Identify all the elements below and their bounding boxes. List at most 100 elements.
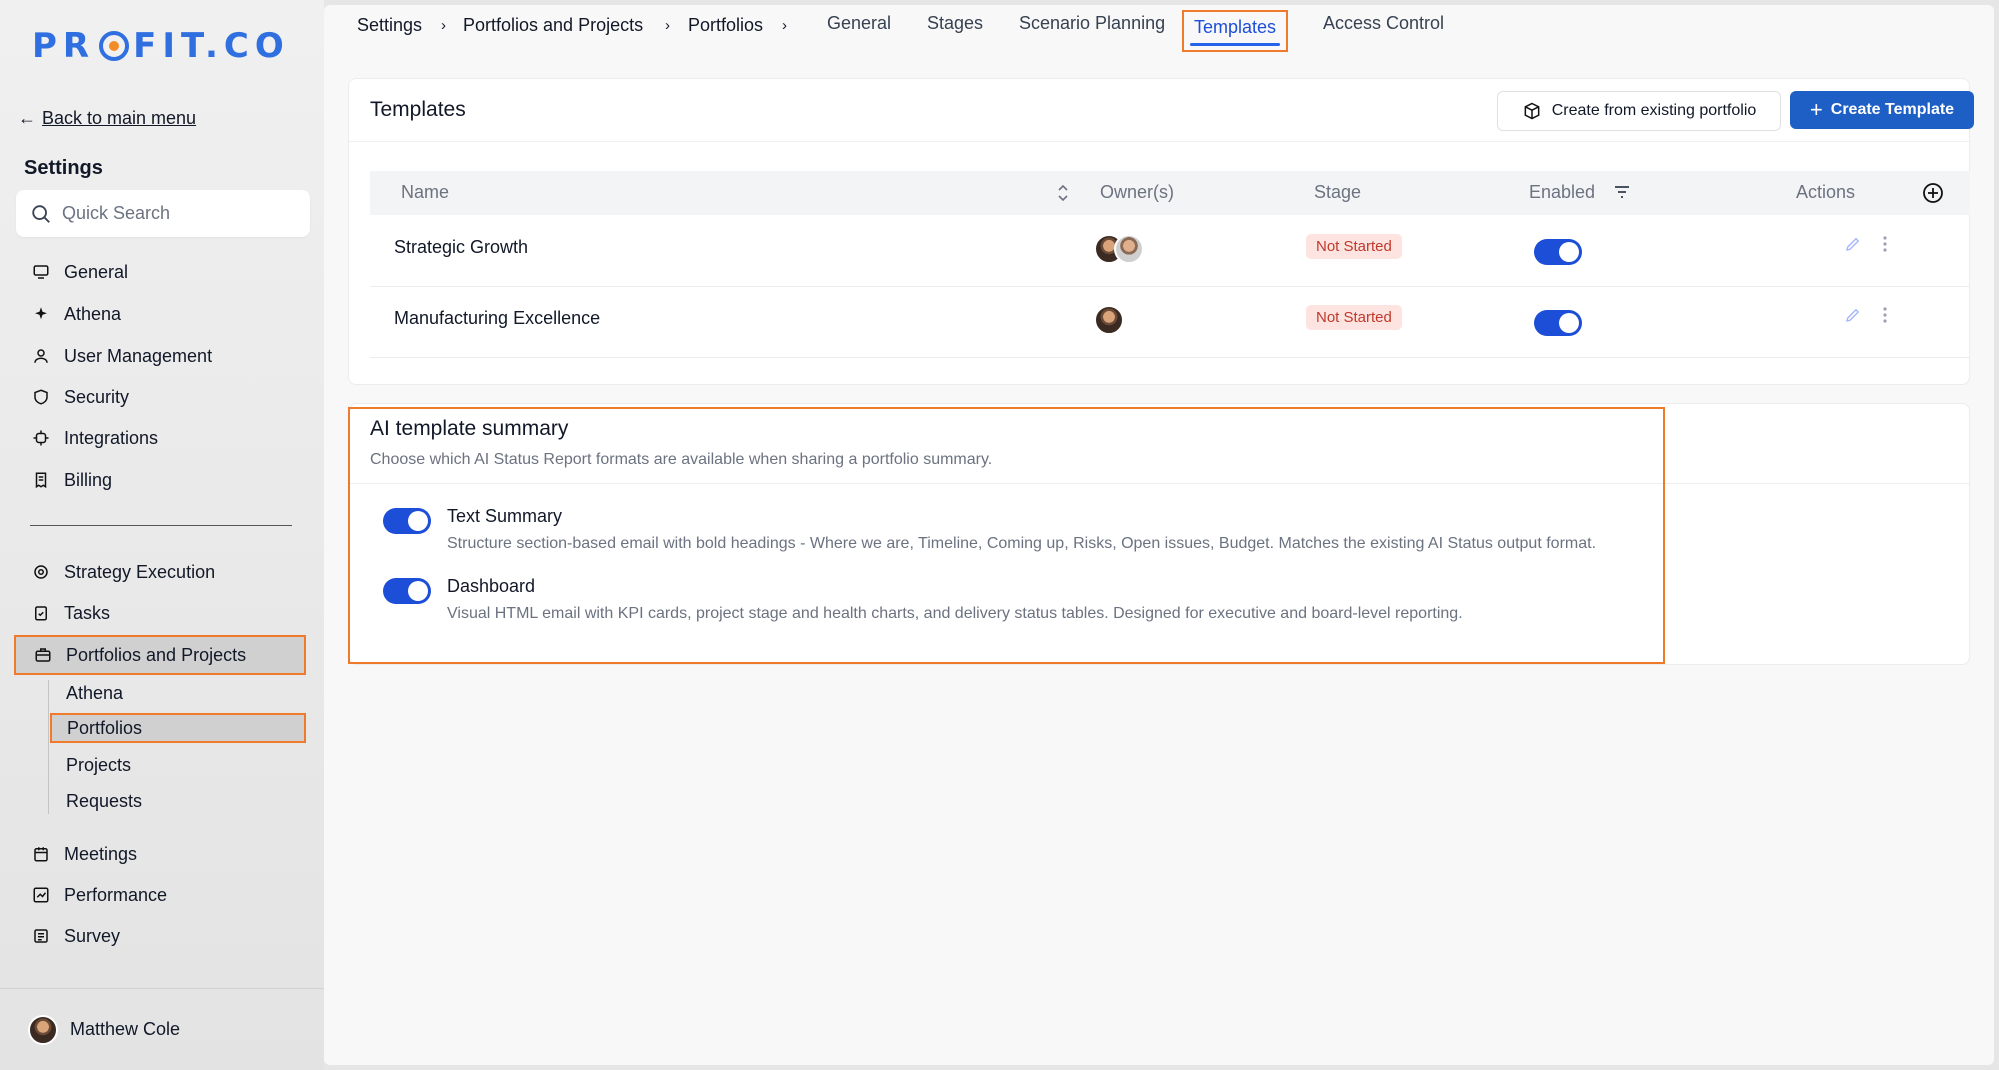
owner-avatars[interactable] bbox=[1094, 234, 1144, 264]
breadcrumb-separator: › bbox=[782, 17, 787, 34]
filter-icon[interactable] bbox=[1613, 184, 1631, 200]
tab-scenario-planning[interactable]: Scenario Planning bbox=[1019, 13, 1165, 34]
create-template-button[interactable]: + Create Template bbox=[1790, 91, 1974, 129]
sidebar-item-survey[interactable]: Survey bbox=[32, 920, 120, 952]
sidebar-subitem-requests[interactable]: Requests bbox=[66, 786, 142, 816]
sidebar-item-general[interactable]: General bbox=[32, 256, 128, 288]
ai-summary-title: AI template summary bbox=[370, 417, 569, 440]
more-vertical-icon[interactable] bbox=[1882, 235, 1888, 253]
template-name[interactable]: Strategic Growth bbox=[394, 237, 528, 258]
status-badge: Not Started bbox=[1306, 234, 1402, 259]
sidebar-item-user-management[interactable]: User Management bbox=[32, 340, 212, 372]
edit-pencil-icon[interactable] bbox=[1844, 235, 1862, 253]
sidebar-item-tasks[interactable]: Tasks bbox=[32, 597, 110, 629]
edit-pencil-icon[interactable] bbox=[1844, 306, 1862, 324]
sidebar-item-label: Portfolios and Projects bbox=[66, 644, 247, 665]
template-name[interactable]: Manufacturing Excellence bbox=[394, 308, 600, 329]
breadcrumb-portfolios[interactable]: Portfolios bbox=[688, 15, 763, 36]
target-icon bbox=[34, 565, 48, 579]
text-summary-description: Structure section-based email with bold … bbox=[447, 535, 1597, 552]
search-icon bbox=[32, 204, 50, 223]
profit-co-logo[interactable]: PR FIT.CO bbox=[32, 26, 290, 66]
templates-card: Templates Create from existing portfolio… bbox=[348, 78, 1974, 385]
sidebar-item-security[interactable]: Security bbox=[32, 381, 129, 413]
templates-card-header: Templates Create from existing portfolio… bbox=[349, 79, 1974, 142]
sidebar-item-label: Billing bbox=[64, 469, 113, 490]
sidebar-item-portfolios-and-projects[interactable]: Portfolios and Projects bbox=[14, 635, 306, 675]
clipboard-check-icon bbox=[35, 606, 47, 621]
back-to-main-menu-link[interactable]: ← Back to main menu bbox=[18, 108, 196, 129]
sidebar-item-label: Security bbox=[64, 386, 130, 407]
chart-line-icon bbox=[33, 887, 49, 903]
dashboard-toggle[interactable] bbox=[383, 578, 431, 604]
sidebar-item-integrations[interactable]: Integrations bbox=[32, 422, 158, 454]
shield-icon bbox=[34, 389, 48, 405]
add-column-icon[interactable] bbox=[1921, 181, 1945, 205]
avatar bbox=[1114, 234, 1144, 264]
breadcrumb-portfolios-and-projects[interactable]: Portfolios and Projects bbox=[463, 15, 643, 36]
create-from-existing-portfolio-button[interactable]: Create from existing portfolio bbox=[1497, 91, 1781, 131]
target-logo-icon bbox=[99, 31, 130, 61]
sort-icon[interactable] bbox=[1056, 183, 1070, 203]
avatar bbox=[1094, 305, 1124, 335]
survey-icon bbox=[34, 929, 48, 943]
quick-search-box[interactable] bbox=[16, 190, 310, 237]
tab-templates[interactable]: Templates bbox=[1182, 10, 1289, 52]
sidebar-item-label: User Management bbox=[64, 345, 213, 366]
user-profile[interactable]: Matthew Cole bbox=[0, 988, 324, 1070]
table-row[interactable]: Strategic Growth Not Started bbox=[370, 217, 1970, 287]
sidebar-item-meetings[interactable]: Meetings bbox=[32, 838, 137, 870]
briefcase-icon bbox=[35, 648, 51, 662]
sparkle-icon bbox=[35, 307, 47, 320]
tab-stages[interactable]: Stages bbox=[927, 13, 983, 34]
user-name: Matthew Cole bbox=[70, 1019, 181, 1039]
ai-summary-subtitle: Choose which AI Status Report formats ar… bbox=[370, 451, 993, 468]
sidebar-item-strategy-execution[interactable]: Strategy Execution bbox=[32, 556, 215, 588]
sidebar-subitem-projects[interactable]: Projects bbox=[66, 750, 131, 780]
table-row[interactable]: Manufacturing Excellence Not Started bbox=[370, 288, 1970, 358]
text-summary-toggle[interactable] bbox=[383, 508, 431, 534]
create-template-label: Create Template bbox=[1830, 101, 1955, 118]
sidebar-item-performance[interactable]: Performance bbox=[32, 879, 167, 911]
tab-access-control[interactable]: Access Control bbox=[1323, 13, 1444, 34]
sidebar: PRFIT.CO ← Back to main menu Settings Ge… bbox=[0, 0, 324, 1070]
sidebar-item-label: General bbox=[64, 261, 129, 282]
column-header-name[interactable]: Name bbox=[401, 182, 449, 203]
top-navigation: Settings › Portfolios and Projects › Por… bbox=[324, 5, 1994, 53]
back-link-label: Back to main menu bbox=[42, 108, 197, 128]
status-badge: Not Started bbox=[1306, 305, 1402, 330]
user-icon bbox=[34, 349, 48, 363]
dashboard-description: Visual HTML email with KPI cards, projec… bbox=[447, 605, 1463, 622]
quick-search-input[interactable] bbox=[62, 203, 292, 224]
sidebar-item-label: Performance bbox=[64, 884, 168, 905]
owner-avatars[interactable] bbox=[1094, 305, 1124, 335]
plug-icon bbox=[33, 430, 49, 446]
sidebar-subitem-portfolios[interactable]: Portfolios bbox=[50, 713, 306, 743]
sidebar-item-billing[interactable]: Billing bbox=[32, 464, 112, 496]
create-from-existing-label: Create from existing portfolio bbox=[1551, 102, 1757, 119]
sidebar-subitem-athena[interactable]: Athena bbox=[66, 678, 123, 708]
main-content: Settings › Portfolios and Projects › Por… bbox=[324, 5, 1994, 1065]
row-actions bbox=[1844, 306, 1888, 324]
templates-title: Templates bbox=[370, 98, 466, 121]
tab-general[interactable]: General bbox=[827, 13, 891, 34]
receipt-icon bbox=[35, 472, 47, 489]
more-vertical-icon[interactable] bbox=[1882, 306, 1888, 324]
sidebar-item-label: Integrations bbox=[64, 427, 159, 448]
sidebar-divider bbox=[30, 525, 292, 526]
breadcrumb-separator: › bbox=[441, 17, 446, 34]
sidebar-item-label: Tasks bbox=[64, 602, 111, 623]
dashboard-title: Dashboard bbox=[447, 576, 536, 596]
enabled-toggle[interactable] bbox=[1534, 239, 1582, 265]
column-header-stage: Stage bbox=[1314, 182, 1362, 202]
sidebar-item-label: Strategy Execution bbox=[64, 561, 216, 582]
settings-title: Settings bbox=[24, 157, 103, 179]
sidebar-item-athena[interactable]: Athena bbox=[32, 298, 121, 330]
breadcrumb-settings[interactable]: Settings bbox=[357, 15, 422, 36]
enabled-toggle[interactable] bbox=[1534, 310, 1582, 336]
templates-table-header: Name Owner(s) Stage Enabled Actions bbox=[370, 171, 1970, 215]
cube-icon bbox=[1524, 102, 1540, 120]
arrow-left-icon: ← bbox=[18, 108, 36, 128]
sidebar-item-label: Athena bbox=[64, 303, 122, 324]
column-header-enabled: Enabled bbox=[1529, 182, 1596, 202]
